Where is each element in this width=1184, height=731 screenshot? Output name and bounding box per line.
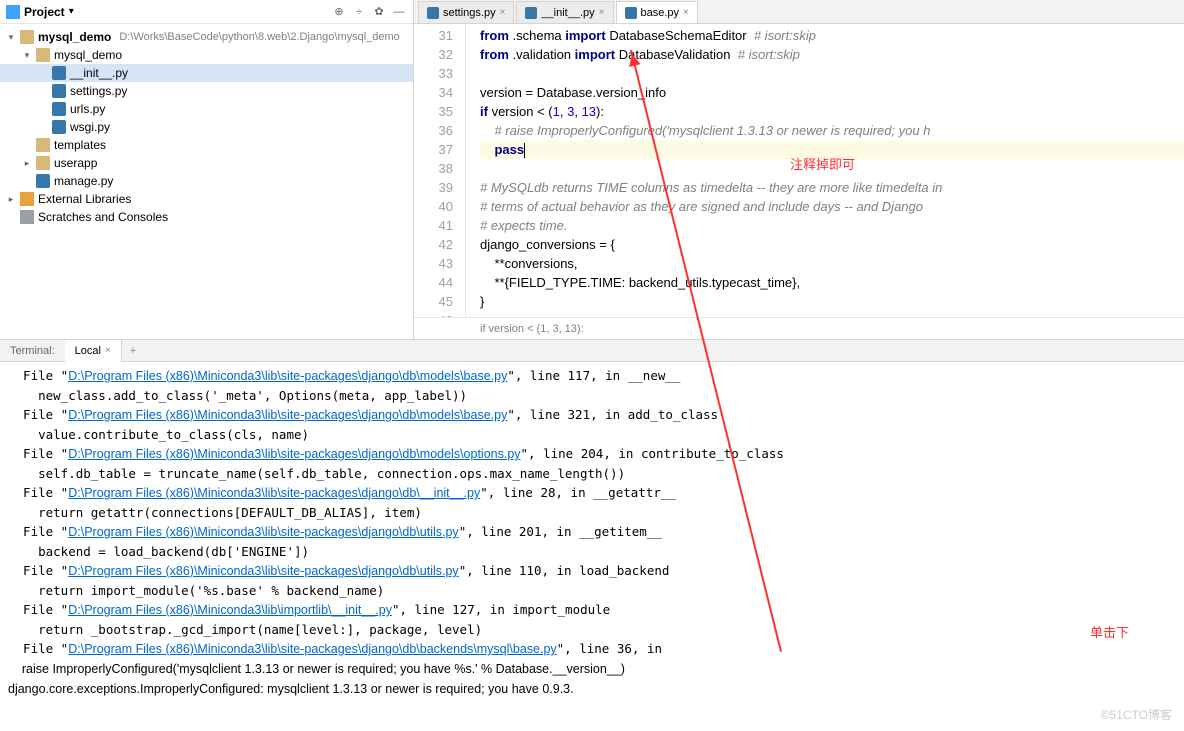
tree-file-settings[interactable]: settings.py (0, 82, 413, 100)
close-icon[interactable]: × (599, 7, 605, 18)
tree-folder[interactable]: ▾mysql_demo (0, 46, 413, 64)
sidebar-header: Project ▾ ⊕ ÷ ✿ — (0, 0, 413, 24)
tree-folder-templates[interactable]: templates (0, 136, 413, 154)
close-icon[interactable]: × (105, 345, 111, 356)
target-icon[interactable]: ⊕ (331, 4, 347, 20)
line-gutter: 31323334353637383940414243444546 (414, 24, 466, 317)
tree-file-wsgi[interactable]: wsgi.py (0, 118, 413, 136)
watermark: ©51CTO博客 (1101, 706, 1172, 723)
terminal-tab-local[interactable]: Local× (65, 340, 122, 362)
close-icon[interactable]: × (500, 7, 506, 18)
collapse-icon[interactable]: ÷ (351, 4, 367, 20)
terminal-panel: Terminal: Local× + File "D:\Program File… (0, 340, 1184, 723)
tree-file-init[interactable]: __init__.py (0, 64, 413, 82)
gear-icon[interactable]: ✿ (371, 4, 387, 20)
terminal-output[interactable]: File "D:\Program Files (x86)\Miniconda3\… (0, 362, 1184, 723)
tree-folder-userapp[interactable]: ▸userapp (0, 154, 413, 172)
project-label[interactable]: Project (24, 5, 65, 19)
add-terminal-button[interactable]: + (122, 345, 144, 357)
annotation-note-2: 单击下 (1090, 622, 1129, 641)
project-tree: ▾mysql_demoD:\Works\BaseCode\python\8.we… (0, 24, 413, 339)
tab-base[interactable]: base.py× (616, 1, 698, 23)
breadcrumb[interactable]: if version < (1, 3, 13): (414, 317, 1184, 339)
tree-scratches[interactable]: Scratches and Consoles (0, 208, 413, 226)
tab-settings[interactable]: settings.py× (418, 1, 514, 23)
project-icon (6, 5, 20, 19)
editor-tabs: settings.py× __init__.py× base.py× (414, 0, 1184, 24)
tree-file-manage[interactable]: manage.py (0, 172, 413, 190)
hide-icon[interactable]: — (391, 4, 407, 20)
tree-ext-libs[interactable]: ▸External Libraries (0, 190, 413, 208)
tree-root[interactable]: ▾mysql_demoD:\Works\BaseCode\python\8.we… (0, 28, 413, 46)
project-sidebar: Project ▾ ⊕ ÷ ✿ — ▾mysql_demoD:\Works\Ba… (0, 0, 414, 339)
terminal-header: Terminal: Local× + (0, 340, 1184, 362)
dropdown-icon[interactable]: ▾ (69, 6, 74, 17)
tree-file-urls[interactable]: urls.py (0, 100, 413, 118)
annotation-note-1: 注释掉即可 (790, 154, 855, 173)
close-icon[interactable]: × (683, 7, 689, 18)
terminal-label: Terminal: (0, 345, 65, 357)
tab-init[interactable]: __init__.py× (516, 1, 613, 23)
